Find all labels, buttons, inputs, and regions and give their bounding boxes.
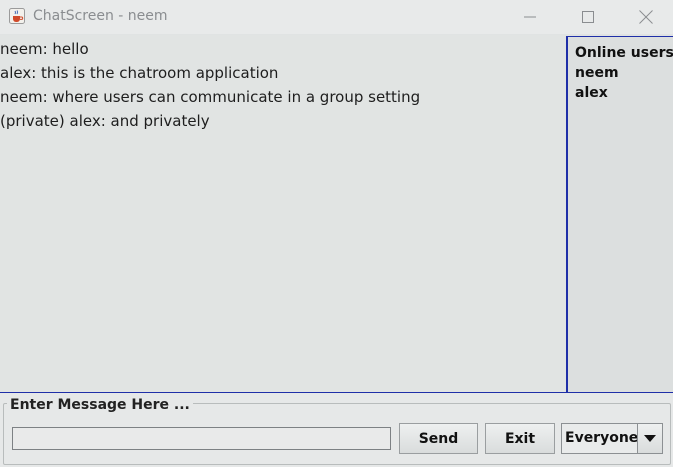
chat-message: (private) alex: and privately: [0, 112, 210, 130]
online-users-header: Online users:: [575, 45, 673, 61]
close-button[interactable]: [617, 0, 673, 34]
send-button[interactable]: Send: [399, 423, 478, 454]
chat-message: alex: this is the chatroom application: [0, 64, 279, 82]
title-bar[interactable]: ChatScreen - neem: [0, 0, 673, 34]
exit-button[interactable]: Exit: [485, 423, 555, 454]
maximize-button[interactable]: [559, 0, 617, 34]
triangle-down-icon[interactable]: [637, 424, 662, 453]
minimize-icon: [524, 11, 536, 23]
online-user-item: neem: [575, 65, 619, 81]
recipient-select[interactable]: Everyone: [561, 423, 663, 454]
maximize-icon: [582, 11, 594, 23]
online-user-item: alex: [575, 85, 608, 101]
recipient-selected-value: Everyone: [565, 430, 639, 446]
minimize-button[interactable]: [501, 0, 559, 34]
chat-message: neem: hello: [0, 40, 89, 58]
message-input[interactable]: [12, 427, 391, 450]
chat-window: ChatScreen - neem neem: hello alex: this…: [0, 0, 673, 467]
online-users-panel[interactable]: Online users: neem alex: [566, 36, 673, 392]
chat-message-area[interactable]: neem: hello alex: this is the chatroom a…: [0, 35, 565, 392]
message-group-label: Enter Message Here ...: [7, 396, 193, 414]
compose-panel: Enter Message Here ... Send Exit Everyon…: [0, 393, 673, 467]
window-title: ChatScreen - neem: [33, 8, 168, 24]
close-icon: [639, 10, 653, 24]
chat-message: neem: where users can communicate in a g…: [0, 88, 421, 106]
java-cup-icon: [9, 8, 25, 24]
